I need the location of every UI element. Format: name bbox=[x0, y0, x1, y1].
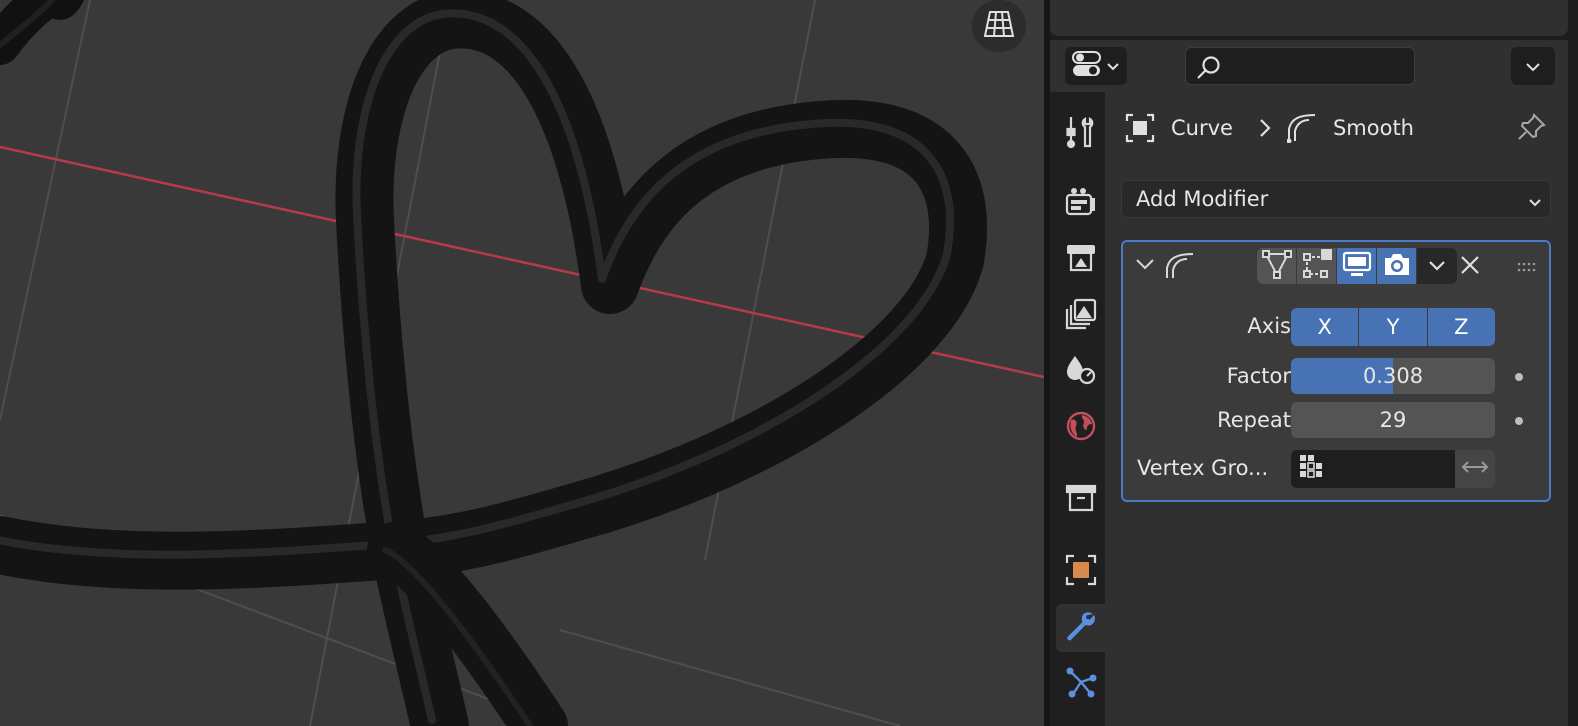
3d-viewport[interactable] bbox=[0, 0, 1044, 726]
particles-icon bbox=[1065, 666, 1097, 702]
curve-object bbox=[0, 0, 987, 726]
blender-window: Curve Smooth Add Modifier Axis X Y Z Fac… bbox=[0, 0, 1578, 726]
perspective-grid-icon bbox=[982, 9, 1016, 43]
triangle-vertices-icon bbox=[1261, 249, 1292, 283]
properties-editor: Curve Smooth Add Modifier Axis X Y Z Fac… bbox=[1050, 0, 1578, 726]
chevron-down-icon bbox=[1428, 257, 1446, 276]
perspective-toggle-button[interactable] bbox=[972, 0, 1026, 52]
tab-view-layer[interactable] bbox=[1056, 292, 1106, 340]
properties-header bbox=[1050, 40, 1568, 92]
vertex-group-icon bbox=[1297, 453, 1327, 485]
modifier-properties: Curve Smooth Add Modifier Axis X Y Z Fac… bbox=[1105, 92, 1568, 726]
collection-icon bbox=[1065, 483, 1097, 517]
double-arrow-icon bbox=[1460, 459, 1490, 479]
breadcrumb-object: Curve bbox=[1171, 116, 1233, 140]
pin-icon[interactable] bbox=[1517, 112, 1547, 146]
tab-collection[interactable] bbox=[1056, 476, 1106, 524]
smooth-modifier-panel: Axis X Y Z Factor 0.308 Repeat 29 Vertex… bbox=[1121, 240, 1551, 502]
repeat-row: Repeat 29 bbox=[1123, 402, 1553, 440]
wrench-icon bbox=[1065, 610, 1097, 646]
editor-type-button[interactable] bbox=[1065, 47, 1127, 85]
properties-editor-icon bbox=[1072, 50, 1102, 82]
options-dropdown-button[interactable] bbox=[1511, 47, 1555, 85]
tab-world[interactable] bbox=[1056, 404, 1106, 452]
chevron-down-icon bbox=[1525, 57, 1541, 76]
viewport-scene bbox=[0, 0, 1044, 726]
render-icon bbox=[1065, 187, 1097, 221]
render-toggle[interactable] bbox=[1377, 248, 1417, 284]
smooth-modifier-icon bbox=[1165, 250, 1195, 284]
keyframe-dot-icon[interactable] bbox=[1515, 417, 1523, 425]
tab-scene[interactable] bbox=[1056, 348, 1106, 396]
output-icon bbox=[1065, 243, 1097, 277]
vertex-group-row: Vertex Gro... bbox=[1123, 450, 1553, 488]
axis-x-toggle[interactable]: X bbox=[1291, 308, 1360, 346]
axis-z-toggle[interactable]: Z bbox=[1427, 308, 1495, 346]
camera-icon bbox=[1382, 250, 1412, 282]
upper-area-edge bbox=[1050, 0, 1568, 36]
tab-particles[interactable] bbox=[1056, 660, 1106, 708]
add-modifier-label: Add Modifier bbox=[1136, 187, 1269, 211]
repeat-field[interactable]: 29 bbox=[1291, 402, 1495, 438]
axis-toggle-group: X Y Z bbox=[1291, 308, 1495, 346]
vertex-group-field[interactable] bbox=[1291, 450, 1455, 488]
chevron-right-icon bbox=[1259, 118, 1271, 138]
invert-vertex-group-button[interactable] bbox=[1455, 450, 1495, 488]
modifier-extras-dropdown[interactable] bbox=[1417, 248, 1457, 284]
object-icon bbox=[1065, 554, 1097, 590]
tab-tool[interactable] bbox=[1056, 110, 1106, 158]
scene-icon bbox=[1065, 354, 1097, 390]
search-input[interactable] bbox=[1230, 54, 1406, 78]
drag-grip-icon[interactable] bbox=[1517, 258, 1539, 277]
factor-value: 0.308 bbox=[1362, 364, 1424, 388]
factor-row: Factor 0.308 bbox=[1123, 358, 1553, 396]
tab-render[interactable] bbox=[1056, 180, 1106, 228]
vertex-group-label: Vertex Gro... bbox=[1137, 456, 1269, 480]
modifier-toggle-group bbox=[1257, 248, 1457, 284]
tool-icon bbox=[1065, 115, 1097, 153]
factor-label: Factor bbox=[1226, 364, 1291, 388]
breadcrumb-modifier: Smooth bbox=[1332, 116, 1414, 140]
search-icon bbox=[1196, 55, 1222, 85]
object-data-icon bbox=[1125, 113, 1155, 143]
tab-modifiers[interactable] bbox=[1056, 604, 1106, 652]
breadcrumb: Curve Smooth bbox=[1125, 110, 1414, 146]
keyframe-dot-icon[interactable] bbox=[1515, 373, 1523, 381]
tab-output[interactable] bbox=[1056, 236, 1106, 284]
add-modifier-dropdown[interactable]: Add Modifier bbox=[1121, 180, 1551, 218]
edit-mode-toggle[interactable] bbox=[1297, 248, 1337, 284]
repeat-label: Repeat bbox=[1217, 408, 1291, 432]
viewport-display-toggle[interactable] bbox=[1337, 248, 1377, 284]
search-field[interactable] bbox=[1185, 47, 1415, 85]
properties-tabs bbox=[1050, 92, 1106, 726]
monitor-icon bbox=[1342, 250, 1372, 282]
axis-label: Axis bbox=[1247, 314, 1291, 338]
chevron-down-icon bbox=[1106, 57, 1120, 76]
tab-object[interactable] bbox=[1056, 548, 1106, 596]
collapse-chevron-icon[interactable] bbox=[1135, 256, 1155, 275]
edit-mode-icon bbox=[1302, 249, 1332, 283]
factor-slider[interactable]: 0.308 bbox=[1291, 358, 1495, 394]
on-cage-toggle[interactable] bbox=[1257, 248, 1297, 284]
chevron-down-icon bbox=[1528, 193, 1542, 212]
smooth-modifier-icon bbox=[1286, 113, 1317, 143]
scrollbar-gutter bbox=[1568, 40, 1578, 726]
axis-y-toggle[interactable]: Y bbox=[1359, 308, 1428, 346]
view-layer-icon bbox=[1065, 298, 1097, 334]
close-icon[interactable] bbox=[1459, 254, 1481, 280]
axis-row: Axis X Y Z bbox=[1123, 308, 1553, 346]
world-icon bbox=[1065, 410, 1097, 446]
